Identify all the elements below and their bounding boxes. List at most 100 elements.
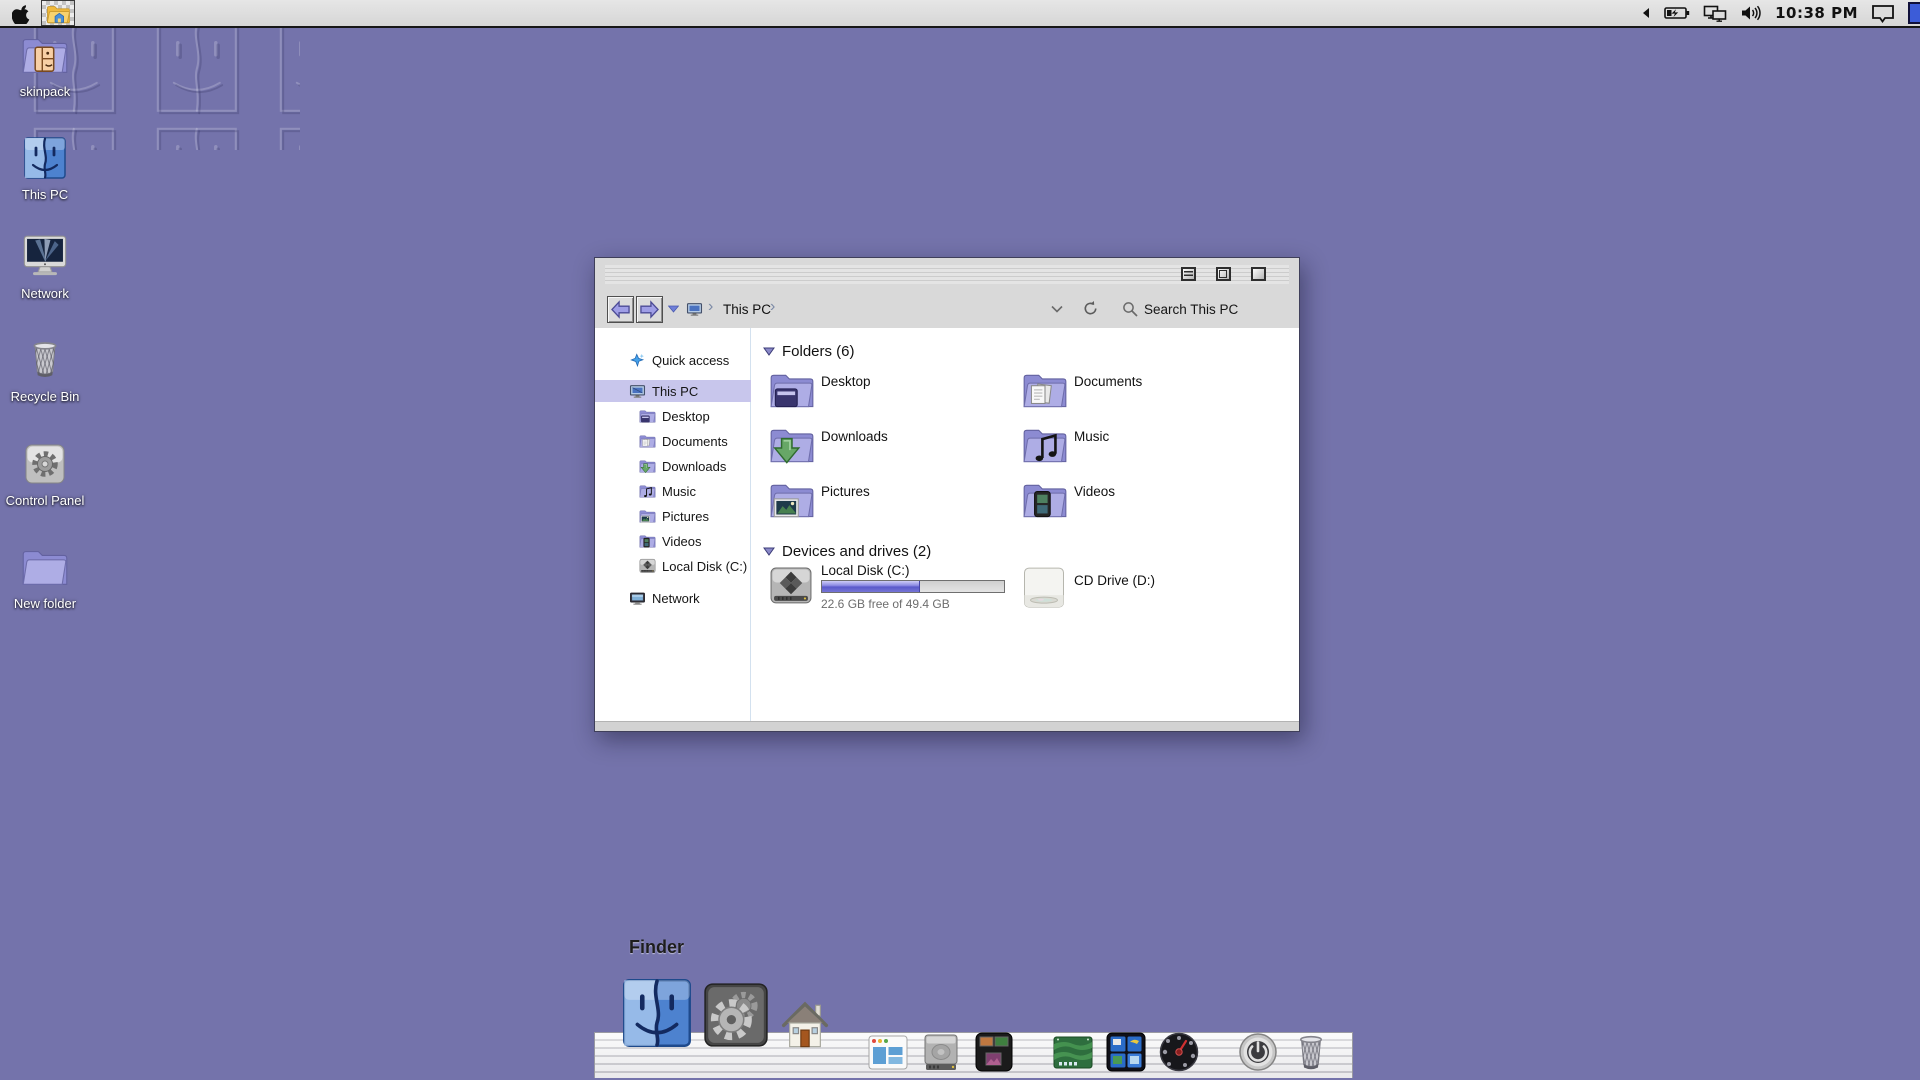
- folder-tile-documents[interactable]: Documents: [1022, 368, 1275, 423]
- forward-button[interactable]: [636, 296, 663, 323]
- breadcrumb-chevron-trailing: ›: [770, 298, 775, 316]
- dock-item-spaces-grid[interactable]: [1104, 1030, 1148, 1074]
- desktop-icon-network[interactable]: Network: [2, 234, 88, 301]
- folder-music-icon: [1022, 423, 1068, 466]
- folder-desktop-icon: [769, 368, 815, 411]
- file-explorer-icon: [45, 2, 72, 24]
- sidebar-item-this-pc[interactable]: This PC: [595, 380, 751, 402]
- dock-item-home[interactable]: [779, 997, 831, 1049]
- dock-item-trash[interactable]: [1289, 1030, 1333, 1074]
- search-icon: [1122, 301, 1138, 317]
- sidebar-item-local-disk-c[interactable]: Local Disk (C:): [595, 555, 751, 577]
- address-dropdown-chevron[interactable]: [1051, 305, 1063, 313]
- dock-item-hard-drive[interactable]: [919, 1030, 963, 1074]
- dock-item-system-preferences[interactable]: [702, 981, 770, 1049]
- sidebar-item-label: Network: [652, 591, 700, 606]
- folder-tile-videos[interactable]: Videos: [1022, 478, 1275, 533]
- folder-tile-pictures[interactable]: Pictures: [769, 478, 1022, 533]
- file-list-pane: Folders (6) Desktop Documents Downloads Mus…: [752, 328, 1299, 722]
- dock-item-tooltip: Finder: [629, 937, 684, 958]
- volume-icon[interactable]: [1740, 5, 1762, 21]
- folder-music-icon: [639, 483, 656, 500]
- window-zoom-button[interactable]: [1216, 267, 1231, 281]
- sidebar-item-network[interactable]: Network: [595, 587, 751, 609]
- desktop-icon-label: Recycle Bin: [2, 389, 88, 404]
- dock-item-finder[interactable]: [621, 977, 693, 1049]
- apple-menu-icon[interactable]: [12, 2, 31, 24]
- dock-item-photos[interactable]: [972, 1030, 1016, 1074]
- sidebar-item-videos[interactable]: Videos: [595, 530, 751, 552]
- sidebar-item-label: Videos: [662, 534, 702, 549]
- drive-tile-local-disk-c[interactable]: Local Disk (C:) 22.6 GB free of 49.4 GB: [769, 563, 1022, 619]
- input-indicator-icon[interactable]: [1908, 2, 1920, 24]
- back-button[interactable]: [607, 296, 634, 323]
- folder-videos-icon: [639, 533, 656, 550]
- dock-item-finder-window[interactable]: [866, 1030, 910, 1074]
- notification-bubble-icon[interactable]: [1871, 4, 1895, 23]
- collapse-triangle-icon[interactable]: [763, 547, 775, 556]
- sidebar-item-downloads[interactable]: Downloads: [595, 455, 751, 477]
- desktop-icon-this-pc[interactable]: This PC: [2, 136, 88, 202]
- tile-label: Documents: [1074, 374, 1142, 389]
- sidebar-item-quick-access[interactable]: Quick access: [595, 349, 751, 371]
- refresh-icon[interactable]: [1082, 300, 1099, 317]
- gear-panel-icon: [23, 442, 67, 486]
- search-input[interactable]: Search This PC: [1144, 302, 1238, 317]
- finder-face-icon: [23, 136, 67, 180]
- hidden-icons-arrow[interactable]: [1641, 7, 1651, 19]
- battery-icon[interactable]: [1664, 6, 1690, 20]
- sidebar-item-label: Quick access: [652, 353, 729, 368]
- folder-documents-icon: [639, 433, 656, 450]
- window-titlebar[interactable]: [595, 258, 1299, 291]
- recent-locations-dropdown[interactable]: [668, 305, 679, 313]
- window-bottom-bar: [595, 721, 1299, 731]
- breadcrumb-this-pc[interactable]: This PC: [723, 302, 771, 317]
- window-collapse-button[interactable]: [1181, 267, 1196, 281]
- capacity-text: 22.6 GB free of 49.4 GB: [821, 597, 950, 611]
- folders-section-header[interactable]: Folders (6): [763, 341, 1299, 361]
- dock-item-power[interactable]: [1236, 1030, 1280, 1074]
- drive-tile-cd-drive-d[interactable]: CD Drive (D:): [1022, 563, 1275, 619]
- folder-videos-icon: [1022, 478, 1068, 521]
- capacity-bar-fill: [822, 581, 920, 592]
- folder-pictures-icon: [769, 478, 815, 521]
- dock-item-nature-picture[interactable]: [1051, 1030, 1095, 1074]
- tile-label: Downloads: [821, 429, 888, 444]
- menu-clock[interactable]: 10:38 PM: [1775, 4, 1858, 22]
- cd-drive-icon: [1022, 565, 1066, 611]
- capacity-bar: [821, 580, 1005, 593]
- desktop-icon-label: Network: [2, 286, 88, 301]
- desktop-icon-skinpack[interactable]: skinpack: [2, 32, 88, 99]
- folder-pictures-icon: [639, 508, 656, 525]
- window-maximize-button[interactable]: [1251, 267, 1266, 281]
- folders-section-title: Folders (6): [782, 343, 855, 360]
- folder-tile-desktop[interactable]: Desktop: [769, 368, 1022, 423]
- sidebar-item-label: Music: [662, 484, 696, 499]
- sidebar-item-pictures[interactable]: Pictures: [595, 505, 751, 527]
- tile-label: Music: [1074, 429, 1109, 444]
- file-explorer-app-button[interactable]: [41, 0, 75, 26]
- collapse-triangle-icon[interactable]: [763, 347, 775, 356]
- tile-label: Videos: [1074, 484, 1115, 499]
- sidebar-item-music[interactable]: Music: [595, 480, 751, 502]
- folder-tile-downloads[interactable]: Downloads: [769, 423, 1022, 478]
- window-content: Quick access This PC Desktop Documents Downl…: [595, 328, 1299, 722]
- hard-disk-icon: [639, 558, 656, 575]
- sidebar-item-label: Documents: [662, 434, 728, 449]
- quick-access-star-icon: [629, 352, 646, 369]
- tile-label: Desktop: [821, 374, 871, 389]
- network-display-icon[interactable]: [1703, 5, 1727, 22]
- devices-section-header[interactable]: Devices and drives (2): [763, 541, 1299, 561]
- desktop-icon-control-panel[interactable]: Control Panel: [2, 442, 88, 508]
- sidebar-item-desktop[interactable]: Desktop: [595, 405, 751, 427]
- desktop-icon-new-folder[interactable]: New folder: [2, 544, 88, 611]
- desktop-icon-recycle-bin[interactable]: Recycle Bin: [2, 336, 88, 404]
- folder-tile-music[interactable]: Music: [1022, 423, 1275, 478]
- address-location-icon[interactable]: [686, 301, 703, 318]
- sidebar-item-label: This PC: [652, 384, 698, 399]
- dock: Finder: [594, 1032, 1353, 1078]
- drive-name: Local Disk (C:): [821, 563, 910, 578]
- dock-item-dashboard-gauge[interactable]: [1157, 1030, 1201, 1074]
- desktop-icon-label: skinpack: [2, 84, 88, 99]
- sidebar-item-documents[interactable]: Documents: [595, 430, 751, 452]
